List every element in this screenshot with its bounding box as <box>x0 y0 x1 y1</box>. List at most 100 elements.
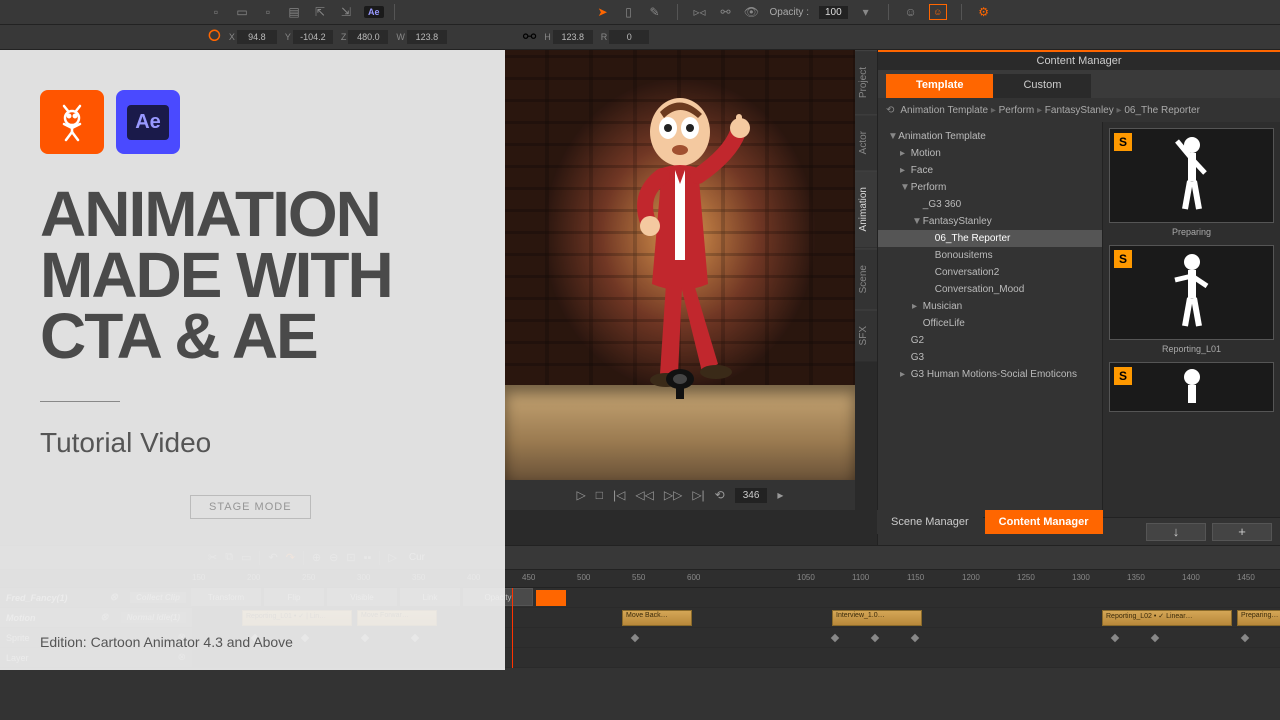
ae-export-badge[interactable]: Ae <box>364 6 384 18</box>
ruler-tick: 1350 <box>1127 573 1145 582</box>
tree-item[interactable]: G2 <box>878 332 1102 349</box>
motion-clip[interactable]: Move Back… <box>622 610 692 626</box>
tree-item[interactable]: ▼ FantasyStanley <box>878 213 1102 230</box>
open-icon[interactable]: ▭ <box>234 4 250 20</box>
tree-item[interactable]: ▼ Animation Template <box>878 128 1102 145</box>
vtab-actor[interactable]: Actor <box>855 114 877 170</box>
thumbnail-pane[interactable]: SPreparingSReporting_L01 S <box>1103 122 1280 517</box>
keyframe-diamond[interactable] <box>1241 634 1249 642</box>
vtab-sfx[interactable]: SFX <box>855 309 877 361</box>
opacity-dropdown-icon[interactable]: ▾ <box>858 4 874 20</box>
motion-clip[interactable]: Reporting_L02 • ✓ Linear… <box>1102 610 1232 626</box>
loop-icon[interactable]: ⟲ <box>715 488 725 502</box>
thumbnail-item[interactable]: SPreparing <box>1109 128 1274 237</box>
settings-icon[interactable]: ⚙ <box>976 4 992 20</box>
face-active-icon[interactable]: ☺ <box>929 4 947 20</box>
transform-h[interactable]: 123.8 <box>553 30 593 44</box>
tree-item[interactable]: ▸ Musician <box>878 298 1102 315</box>
link-wh-icon[interactable]: ⚯ <box>523 27 536 47</box>
keyframe-diamond[interactable] <box>1111 634 1119 642</box>
transform-y[interactable]: -104.2 <box>293 30 333 44</box>
clip-marker[interactable] <box>536 590 566 606</box>
tree-item[interactable]: G3 <box>878 349 1102 366</box>
tree-item[interactable]: ▸ G3 Human Motions-Social Emoticons <box>878 366 1102 383</box>
prev-frame-icon[interactable]: ◁◁ <box>635 488 653 502</box>
transform-bar: ⭘ X94.8 Y-104.2 Z480.0 W123.8 ⚯ H123.8 R… <box>0 25 1280 50</box>
play-icon[interactable]: ▷ <box>577 488 586 502</box>
content-manager-panel: Content Manager TemplateCustom ⟲ Animati… <box>877 50 1280 545</box>
import-icon[interactable]: ⇲ <box>338 4 354 20</box>
tree-item[interactable]: _G3 360 <box>878 196 1102 213</box>
next-frame-icon[interactable]: ▷▷ <box>664 488 682 502</box>
apply-button[interactable]: ↓ <box>1146 523 1206 541</box>
template-tree[interactable]: ▼ Animation Template▸ Motion▸ Face▼ Perf… <box>878 122 1103 517</box>
tree-item[interactable]: Conversation2 <box>878 264 1102 281</box>
lock-icon[interactable]: ⭘ <box>208 28 221 46</box>
paint-icon[interactable]: ✎ <box>647 4 663 20</box>
new-file-icon[interactable]: ▫ <box>208 4 224 20</box>
scene-manager-tab[interactable]: Scene Manager <box>877 510 983 534</box>
stop-icon[interactable]: □ <box>596 488 603 502</box>
breadcrumb-item[interactable]: 06_The Reporter <box>1124 105 1200 116</box>
opacity-label: Opacity : <box>770 7 809 18</box>
breadcrumb-item[interactable]: Perform <box>999 105 1035 116</box>
link-icon[interactable]: ⚯ <box>718 4 734 20</box>
keyframe-diamond[interactable] <box>831 634 839 642</box>
opacity-value[interactable]: 100 <box>819 6 848 19</box>
select-tool-icon[interactable]: ➤ <box>595 4 611 20</box>
panel-title: Content Manager <box>878 50 1280 70</box>
keyframe-diamond[interactable] <box>871 634 879 642</box>
export-icon[interactable]: ⇱ <box>312 4 328 20</box>
go-start-icon[interactable]: |◁ <box>613 488 625 502</box>
refresh-icon[interactable]: ⟲ <box>886 105 894 116</box>
eye-icon[interactable]: 👁 <box>744 4 760 20</box>
ruler-tick: 1200 <box>962 573 980 582</box>
playhead[interactable] <box>512 588 513 668</box>
vtab-scene[interactable]: Scene <box>855 248 877 309</box>
go-end-icon[interactable]: ▷| <box>692 488 704 502</box>
overlay-subtitle: Tutorial Video <box>40 427 465 459</box>
ruler-tick: 1450 <box>1237 573 1255 582</box>
motion-clip[interactable]: Preparing… <box>1237 610 1280 626</box>
save-icon[interactable]: ▫ <box>260 4 276 20</box>
vtab-animation[interactable]: Animation <box>855 170 877 247</box>
tree-item[interactable]: Conversation_Mood <box>878 281 1102 298</box>
tree-item[interactable]: ▼ Perform <box>878 179 1102 196</box>
face-outline-icon[interactable]: ☺ <box>903 4 919 20</box>
transform-x[interactable]: 94.8 <box>237 30 277 44</box>
tree-item[interactable]: Bonousitems <box>878 247 1102 264</box>
viewport[interactable] <box>505 50 855 480</box>
tree-item[interactable]: ▸ Motion <box>878 145 1102 162</box>
add-button[interactable]: + <box>1212 523 1272 541</box>
tree-item[interactable]: ▸ Face <box>878 162 1102 179</box>
current-frame[interactable]: 346 <box>735 488 768 503</box>
tree-item[interactable]: 06_The Reporter <box>878 230 1102 247</box>
motion-clip[interactable]: Interview_1.0… <box>832 610 922 626</box>
transform-z[interactable]: 480.0 <box>348 30 388 44</box>
frame-step-icon[interactable]: ▸ <box>777 488 783 502</box>
thumbnail-item[interactable]: SReporting_L01 <box>1109 245 1274 354</box>
transform-r[interactable]: 0 <box>609 30 649 44</box>
play-range-icon[interactable]: ▹◃ <box>692 4 708 20</box>
layers-icon[interactable]: ▤ <box>286 4 302 20</box>
keyframe-diamond[interactable] <box>911 634 919 642</box>
thumbnail-item[interactable]: S <box>1109 362 1274 416</box>
breadcrumb-item[interactable]: FantasyStanley <box>1045 105 1114 116</box>
breadcrumb-item[interactable]: Animation Template <box>900 105 988 116</box>
panel-tab-template[interactable]: Template <box>886 74 993 98</box>
panel-tab-custom[interactable]: Custom <box>993 74 1091 98</box>
content-manager-tab[interactable]: Content Manager <box>985 510 1103 534</box>
vtab-project[interactable]: Project <box>855 50 877 114</box>
manager-tabs: Scene Manager Content Manager <box>877 510 1103 534</box>
character-fred[interactable] <box>590 84 770 404</box>
keyframe-diamond[interactable] <box>631 634 639 642</box>
cta-logo-icon <box>40 90 104 154</box>
tree-item[interactable]: OfficeLife <box>878 315 1102 332</box>
spotlight-prop[interactable] <box>660 363 700 403</box>
stage-mode-button[interactable]: STAGE MODE <box>190 495 311 519</box>
page-icon[interactable]: ▯ <box>621 4 637 20</box>
transform-w[interactable]: 123.8 <box>407 30 447 44</box>
divider <box>40 401 120 402</box>
ruler-tick: 1250 <box>1017 573 1035 582</box>
keyframe-diamond[interactable] <box>1151 634 1159 642</box>
